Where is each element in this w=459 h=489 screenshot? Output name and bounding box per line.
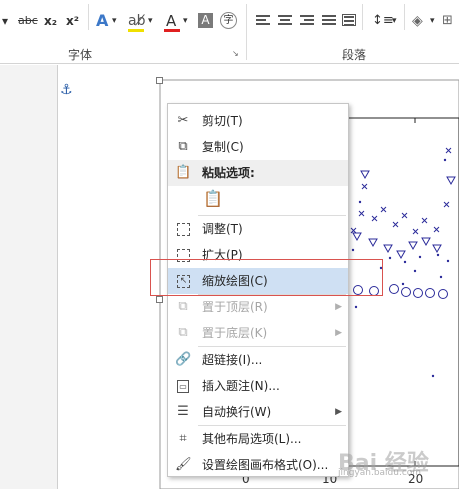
menu-item-label: 超链接(I)... xyxy=(202,353,263,367)
caption-icon: ▭ xyxy=(177,380,189,393)
menu-item-label: 其他布局选项(L)... xyxy=(202,432,302,446)
menu-item-label: 插入题注(N)... xyxy=(202,379,280,393)
copy-icon: ⧉ xyxy=(178,139,188,154)
menu-item-label: 粘贴选项: xyxy=(202,166,255,180)
menu-item-label: 剪切(T) xyxy=(202,114,243,128)
submenu-arrow-icon: ▶ xyxy=(335,407,342,417)
send-to-back-icon: ⧉ xyxy=(178,325,188,340)
watermark-url: jingyan.baidu.com xyxy=(338,468,422,478)
menu-item-label: 调整(T) xyxy=(202,222,243,236)
wrap-text-icon: ☰ xyxy=(177,404,189,419)
menu-item-label: 复制(C) xyxy=(202,140,244,154)
menu-item-copy[interactable]: ⧉ 复制(C) xyxy=(168,134,348,160)
layout-options-icon: ⌗ xyxy=(179,431,187,446)
menu-item-send-to-back: ⧉ 置于底层(K) ▶ xyxy=(168,320,348,346)
paste-icon: 📋 xyxy=(175,165,192,180)
format-canvas-icon: 🖌 xyxy=(175,457,192,472)
menu-item-hyperlink[interactable]: 🔗 超链接(I)... xyxy=(168,347,348,373)
menu-item-label: 设置绘图画布格式(O)... xyxy=(202,458,329,472)
menu-item-insert-caption[interactable]: ▭ 插入题注(N)... xyxy=(168,373,348,399)
resize-handle-top-left[interactable] xyxy=(156,77,163,84)
menu-item-bring-to-front: ⧉ 置于顶层(R) ▶ xyxy=(168,294,348,320)
menu-item-label: 置于顶层(R) xyxy=(202,300,268,314)
menu-item-fit[interactable]: 调整(T) xyxy=(168,216,348,242)
fit-icon xyxy=(177,223,190,236)
x-marker-series xyxy=(350,147,452,235)
menu-item-label: 自动换行(W) xyxy=(202,405,272,419)
callout-highlight-box xyxy=(150,259,383,296)
menu-item-cut[interactable]: ✂ 剪切(T) xyxy=(168,108,348,134)
menu-item-paste-options: 📋 粘贴选项: xyxy=(168,160,348,186)
submenu-arrow-icon: ▶ xyxy=(335,328,342,338)
bring-to-front-icon: ⧉ xyxy=(178,299,188,314)
menu-item-label: 置于底层(K) xyxy=(202,326,268,340)
paste-keep-source-icon[interactable]: 📋 xyxy=(202,188,224,210)
menu-item-layout-options[interactable]: ⌗ 其他布局选项(L)... xyxy=(168,426,348,452)
submenu-arrow-icon: ▶ xyxy=(335,302,342,312)
hyperlink-icon: 🔗 xyxy=(175,352,192,367)
resize-handle-left[interactable] xyxy=(156,296,163,303)
menu-item-wrap-text[interactable]: ☰ 自动换行(W) ▶ xyxy=(168,399,348,425)
menu-item-format-canvas[interactable]: 🖌 设置绘图画布格式(O)... xyxy=(168,452,348,478)
scissors-icon: ✂ xyxy=(177,113,189,128)
